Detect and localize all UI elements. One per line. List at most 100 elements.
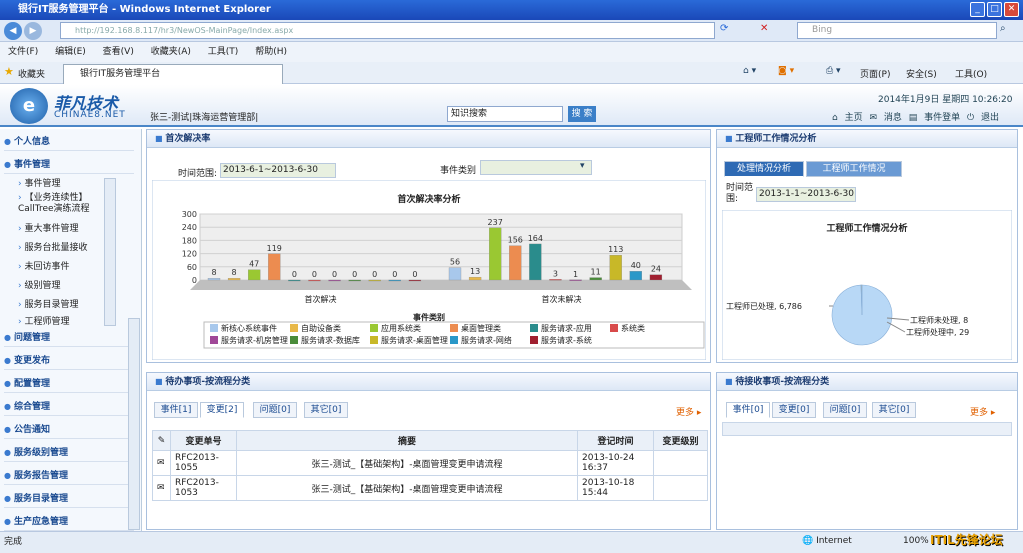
legend-swatch	[370, 324, 378, 332]
sidebar-section-config[interactable]: 配置管理	[4, 375, 134, 393]
favorites-label[interactable]: 收藏夹	[18, 67, 45, 80]
sidebar-section-change[interactable]: 变更发布	[4, 352, 134, 370]
address-input[interactable]: http://192.168.8.117/hr3/NewOS-MainPage/…	[60, 22, 715, 39]
sidebar-item-catalog[interactable]: 服务目录管理	[18, 296, 113, 314]
change-id-cell[interactable]: RFC2013-1055	[170, 450, 237, 476]
table-row[interactable]: ✉ RFC2013-1053 张三-测试_【基础架构】-桌面管理变更申请流程 2…	[152, 475, 708, 501]
search-icon[interactable]: ⌕	[1000, 23, 1006, 34]
menu-help[interactable]: 帮助(H)	[255, 47, 287, 57]
print-icon[interactable]: ⎙ ▾	[826, 66, 841, 76]
bar	[489, 227, 502, 281]
menu-tools[interactable]: 工具(T)	[208, 47, 239, 57]
legend-swatch	[290, 336, 298, 344]
back-icon[interactable]: ◀	[4, 22, 22, 40]
recv-tab-change[interactable]: 变更[0]	[772, 402, 816, 418]
sidebar-section-sla[interactable]: 服务级别管理	[4, 444, 134, 462]
feeds-icon[interactable]: ◙ ▾	[778, 66, 794, 76]
table-row[interactable]: ✉ RFC2013-1055 张三-测试_【基础架构】-桌面管理变更申请流程 2…	[152, 450, 708, 476]
sidebar-section-emergency[interactable]: 生产应急管理	[4, 513, 134, 531]
data-label: 156	[508, 236, 523, 245]
engineer-pie-chart: 工程师工作情况分析工程师已处理, 6,786 工程师未处理, 8 工程师处理中, 2…	[722, 210, 1012, 360]
sidebar-section-problem[interactable]: 问题管理	[4, 329, 134, 347]
zoom-level[interactable]: 100%	[903, 536, 929, 546]
zone-indicator: 🌐 Internet	[802, 536, 852, 546]
legend-label: 服务请求-数据库	[301, 335, 360, 345]
browser-tab[interactable]: 银行IT服务管理平台	[63, 64, 283, 84]
knowledge-search-button[interactable]: 搜 索	[568, 106, 596, 122]
menu-bar: 文件(F) 编辑(E) 查看(V) 收藏夹(A) 工具(T) 帮助(H)	[0, 42, 1023, 62]
event-register-link[interactable]: ▤ 事件登单	[909, 113, 960, 123]
page-menu[interactable]: 页面(P)	[860, 67, 890, 80]
tab-handling-analysis[interactable]: 处理情况分析	[724, 161, 804, 177]
tools-menu[interactable]: 工具(O)	[955, 67, 987, 80]
sidebar-item-batch-receive[interactable]: 服务台批量接收	[18, 239, 113, 257]
menu-file[interactable]: 文件(F)	[8, 47, 38, 57]
data-label: 24	[651, 265, 661, 274]
sidebar-scrollbar[interactable]	[128, 318, 140, 530]
todo-tab-event[interactable]: 事件[1]	[154, 402, 198, 418]
sidebar-section-event[interactable]: 事件管理	[4, 156, 134, 174]
sidebar-item-no-revisit[interactable]: 未回访事件	[18, 258, 113, 276]
sidebar-submenu-scrollbar[interactable]	[104, 178, 116, 326]
menu-view[interactable]: 查看(V)	[103, 47, 134, 57]
data-label: 0	[292, 270, 297, 279]
logout-link[interactable]: ⏻ 退出	[967, 113, 999, 123]
col-summary: 摘要	[236, 430, 578, 451]
forward-icon[interactable]: ▶	[24, 22, 42, 40]
todo-more-link[interactable]: 更多 ▸	[676, 405, 701, 418]
summary-cell[interactable]: 张三-测试_【基础架构】-桌面管理变更申请流程	[236, 475, 578, 501]
sidebar-section-catalog[interactable]: 服务目录管理	[4, 490, 134, 508]
sidebar-section-general[interactable]: 综合管理	[4, 398, 134, 416]
sidebar-item-major-event[interactable]: 重大事件管理	[18, 220, 113, 238]
data-label: 237	[488, 218, 503, 227]
message-link[interactable]: ✉ 消息	[869, 113, 901, 123]
sidebar-item-level[interactable]: 级别管理	[18, 277, 113, 295]
legend-label: 服务请求-机房管理	[221, 335, 288, 345]
sidebar-section-personal[interactable]: 个人信息	[4, 133, 134, 151]
favorites-star-icon[interactable]: ★	[4, 65, 14, 78]
recv-more-link[interactable]: 更多 ▸	[970, 405, 995, 418]
todo-tab-other[interactable]: 其它[0]	[304, 402, 348, 418]
data-label: 3	[553, 269, 558, 278]
safety-menu[interactable]: 安全(S)	[906, 67, 937, 80]
chevron-down-icon[interactable]: ▾	[580, 161, 585, 171]
bar	[368, 279, 381, 282]
minimize-button[interactable]: _	[970, 2, 985, 17]
sidebar-section-report[interactable]: 服务报告管理	[4, 467, 134, 485]
home-link[interactable]: ⌂ 主页	[832, 113, 863, 123]
todo-tab-problem[interactable]: 问题[0]	[253, 402, 297, 418]
time-cell: 2013-10-24 16:37	[577, 450, 654, 476]
edit-icon[interactable]: ✎	[152, 430, 171, 451]
data-label: 0	[332, 270, 337, 279]
todo-tab-change[interactable]: 变更[2]	[200, 402, 244, 418]
sidebar-item-calltree[interactable]: 【业务连续性】CallTree演练流程	[18, 193, 108, 215]
bar	[629, 271, 642, 281]
sidebar-item-engineer[interactable]: 工程师管理	[18, 313, 113, 325]
stop-icon[interactable]: ✕	[760, 23, 774, 37]
fcr-type-select[interactable]	[480, 160, 592, 175]
menu-favorites[interactable]: 收藏夹(A)	[151, 47, 191, 57]
data-label: 0	[312, 270, 317, 279]
recv-tab-event[interactable]: 事件[0]	[726, 402, 770, 418]
sidebar-item-event-mgmt[interactable]: 事件管理	[18, 175, 113, 193]
fcr-time-input[interactable]: 2013-6-1~2013-6-30	[220, 163, 336, 178]
fcr-time-label: 时间范围:	[178, 169, 218, 179]
sidebar-section-notice[interactable]: 公告通知	[4, 421, 134, 439]
eng-time-input[interactable]: 2013-1-1~2013-6-30	[756, 187, 856, 202]
data-label: 11	[591, 268, 601, 277]
summary-cell[interactable]: 张三-测试_【基础架构】-桌面管理变更申请流程	[236, 450, 578, 476]
current-user: 张三-测试|珠海运营管理部|	[150, 113, 259, 123]
recv-tab-problem[interactable]: 问题[0]	[823, 402, 867, 418]
knowledge-search-input[interactable]: 知识搜索	[447, 106, 563, 122]
change-id-cell[interactable]: RFC2013-1053	[170, 475, 237, 501]
maximize-button[interactable]: □	[987, 2, 1002, 17]
x-tick-label: 首次解决	[305, 294, 337, 304]
browser-search-input[interactable]: Bing	[797, 22, 997, 39]
close-window-button[interactable]: ✕	[1004, 2, 1019, 17]
home-cmd-icon[interactable]: ⌂ ▾	[743, 66, 756, 76]
go-icon[interactable]: ⟳	[720, 23, 734, 37]
mail-icon: ✉	[152, 475, 171, 501]
menu-edit[interactable]: 编辑(E)	[55, 47, 86, 57]
tab-engineer-work[interactable]: 工程师工作情况	[806, 161, 902, 177]
recv-tab-other[interactable]: 其它[0]	[872, 402, 916, 418]
